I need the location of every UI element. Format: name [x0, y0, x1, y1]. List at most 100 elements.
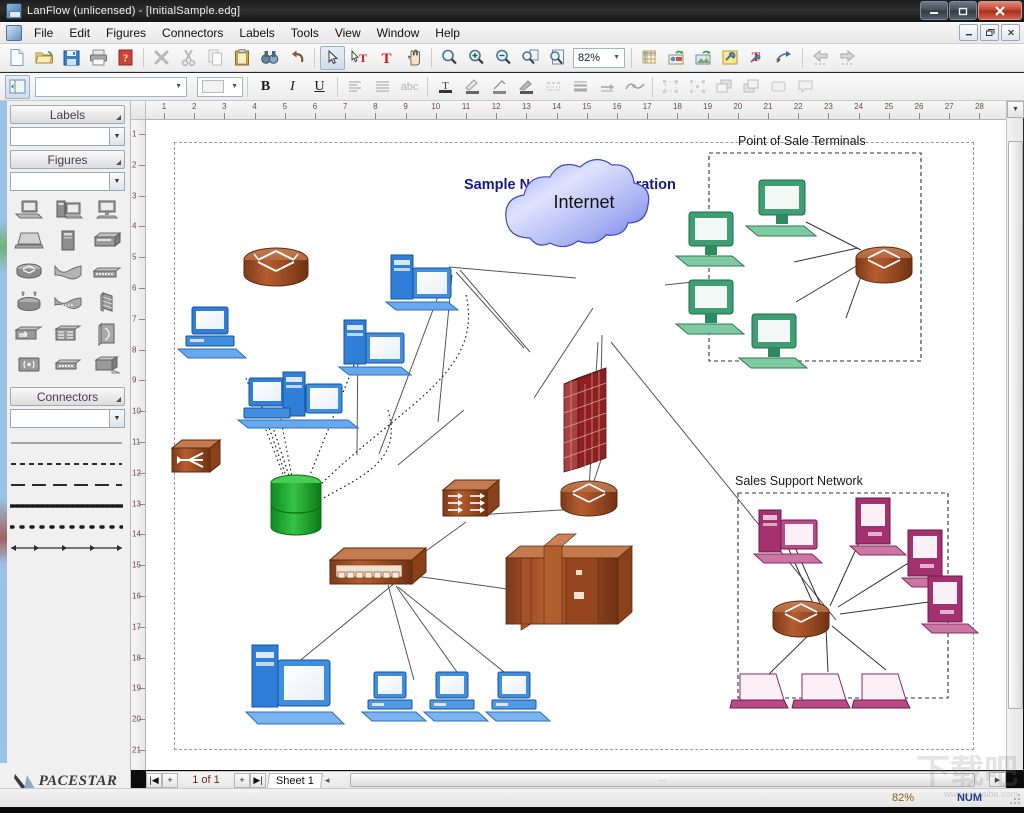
connector-dashed-large[interactable] — [10, 474, 125, 495]
paste-button[interactable] — [230, 46, 255, 70]
callout-button[interactable] — [793, 75, 818, 99]
help-question-button[interactable]: ? — [113, 46, 138, 70]
figure-workstation[interactable] — [10, 196, 47, 224]
undo-arrow-button[interactable] — [284, 46, 309, 70]
panel-collapse-button[interactable] — [5, 74, 30, 99]
scroll-down-button[interactable]: ▼ — [1007, 101, 1024, 118]
scroll-right-button[interactable]: ▶ — [989, 772, 1006, 787]
network-hub[interactable] — [328, 546, 428, 586]
insert-image-button[interactable] — [691, 46, 716, 70]
properties-wrench-button[interactable] — [718, 46, 743, 70]
router-main[interactable] — [243, 247, 309, 287]
binoculars-find-button[interactable] — [257, 46, 282, 70]
menu-view[interactable]: View — [327, 23, 369, 43]
multilayer-switch[interactable] — [441, 478, 501, 518]
close-button[interactable] — [978, 1, 1022, 20]
minimize-button[interactable] — [920, 1, 948, 20]
group-button[interactable] — [658, 75, 683, 99]
menu-tools[interactable]: Tools — [283, 23, 327, 43]
workstation-bottom-4[interactable] — [484, 671, 552, 722]
sales-workstation-2[interactable] — [848, 497, 908, 556]
figure-rack-server[interactable] — [88, 227, 125, 255]
workstation-upper-left[interactable] — [176, 306, 248, 359]
mainframe-servers[interactable] — [504, 533, 634, 631]
copy-button[interactable] — [203, 46, 228, 70]
connector-dashed-small[interactable] — [10, 453, 125, 474]
figure-printer-device[interactable] — [88, 351, 125, 379]
figure-switch[interactable] — [88, 258, 125, 286]
pos-terminal-4[interactable] — [737, 313, 809, 369]
sales-laptop-2[interactable] — [791, 673, 851, 709]
figure-multilayer-switch[interactable] — [49, 320, 86, 348]
connector-arrow-button[interactable] — [772, 46, 797, 70]
point-hand-tool-button[interactable] — [401, 46, 426, 70]
menu-connectors[interactable]: Connectors — [154, 23, 231, 43]
menu-figures[interactable]: Figures — [98, 23, 154, 43]
sales-router[interactable] — [772, 600, 830, 638]
workstation-bottom-3[interactable] — [422, 671, 490, 722]
text-color-button[interactable]: T — [433, 75, 458, 99]
vertical-scrollbar[interactable]: ▲ ▼ — [1006, 101, 1024, 770]
figure-storage[interactable] — [88, 320, 125, 348]
figure-wireless-router[interactable] — [10, 289, 47, 317]
connector-dotted-dense[interactable] — [10, 495, 125, 516]
figure-bridge[interactable] — [10, 320, 47, 348]
delete-button[interactable] — [149, 46, 174, 70]
bridge-device[interactable] — [170, 438, 222, 474]
grid-button[interactable] — [637, 46, 662, 70]
mdi-restore-button[interactable] — [980, 24, 999, 41]
style-combo[interactable]: ▼ — [197, 76, 243, 97]
align-left-button[interactable] — [343, 75, 368, 99]
open-folder-button[interactable] — [32, 46, 57, 70]
menu-edit[interactable]: Edit — [61, 23, 98, 43]
italic-button[interactable]: I — [280, 75, 305, 99]
figure-access-point[interactable] — [10, 351, 47, 379]
bold-button[interactable]: B — [253, 75, 278, 99]
connector-dotted-sparse[interactable] — [10, 516, 125, 537]
send-back-button[interactable] — [739, 75, 764, 99]
text-properties-button[interactable]: T — [745, 46, 770, 70]
figure-router[interactable] — [10, 258, 47, 286]
curve-style-button[interactable] — [622, 75, 647, 99]
figure-monitor[interactable] — [88, 196, 125, 224]
mdi-close-button[interactable] — [1001, 24, 1020, 41]
figure-tower-pc[interactable] — [49, 196, 86, 224]
server-workstation-mid[interactable] — [337, 319, 413, 376]
first-page-button[interactable]: |◀ — [146, 772, 162, 788]
align-justify-button[interactable] — [370, 75, 395, 99]
horizontal-scrollbar[interactable]: ⋯ ▶ — [348, 771, 1006, 788]
zoom-in-button[interactable] — [464, 46, 489, 70]
new-file-button[interactable] — [5, 46, 30, 70]
menu-file[interactable]: File — [26, 23, 61, 43]
pos-router[interactable] — [855, 246, 913, 284]
figures-style-combo[interactable]: ▼ — [10, 172, 125, 191]
sheet-tab-1[interactable]: Sheet 1 — [266, 772, 323, 788]
figure-modem[interactable] — [49, 351, 86, 379]
insert-figure-button[interactable] — [664, 46, 689, 70]
sales-workstation-4[interactable] — [920, 575, 980, 634]
figure-network-cloud[interactable] — [49, 258, 86, 286]
figure-laptop[interactable] — [10, 227, 47, 255]
labels-section-header[interactable]: Labels — [10, 105, 125, 124]
next-arrow-button[interactable] — [835, 46, 860, 70]
select-tool-button[interactable] — [320, 45, 345, 70]
menu-window[interactable]: Window — [369, 23, 428, 43]
figure-firewall[interactable] — [88, 289, 125, 317]
sales-laptop-3[interactable] — [851, 673, 911, 709]
diagram-canvas[interactable]: Point of Sale Terminals Sales Support Ne… — [146, 120, 1006, 770]
workstation-bottom-1[interactable] — [244, 644, 346, 725]
connector-arrows[interactable] — [10, 537, 125, 558]
object-name-combo[interactable]: ▼ — [35, 76, 187, 97]
add-page-after-button[interactable]: + — [234, 772, 250, 788]
add-page-before-button[interactable]: + — [162, 772, 178, 788]
fill-color-button[interactable] — [460, 75, 485, 99]
add-text-tool-button[interactable]: T — [374, 46, 399, 70]
sales-laptop-1[interactable] — [729, 673, 789, 709]
zoom-selection-button[interactable] — [518, 46, 543, 70]
underline-button[interactable]: U — [307, 75, 332, 99]
figure-server-tower[interactable] — [49, 227, 86, 255]
figures-section-header[interactable]: Figures — [10, 150, 125, 169]
resize-grip-icon[interactable] — [1008, 792, 1022, 806]
rounded-rect-button[interactable] — [766, 75, 791, 99]
line-weight-button[interactable] — [568, 75, 593, 99]
